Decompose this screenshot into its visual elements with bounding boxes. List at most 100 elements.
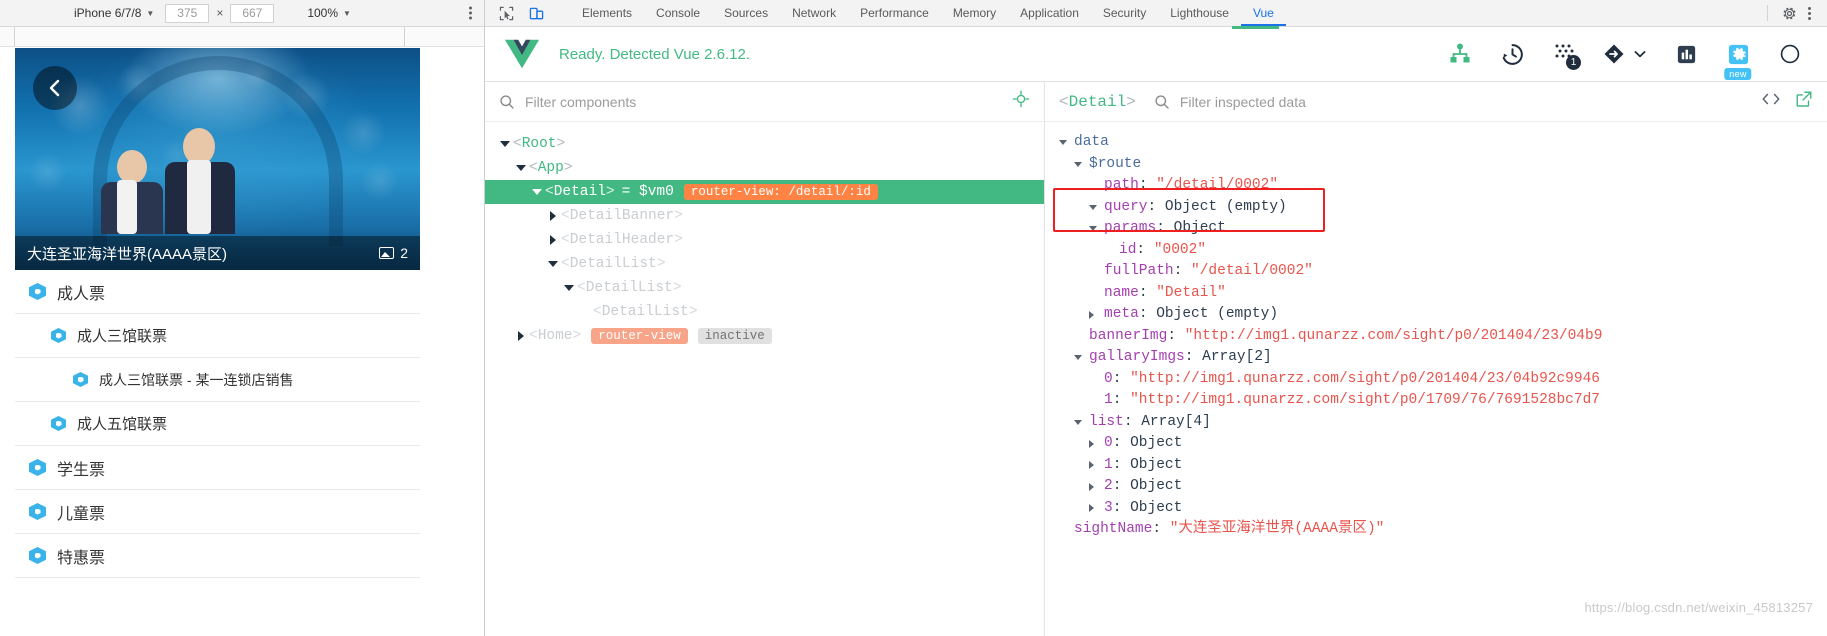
expand-toggle[interactable] [1089,439,1104,448]
tree-row-root[interactable]: < Root > [485,132,1044,156]
data-row[interactable]: fullPath: "/detail/0002" [1059,261,1827,283]
data-key: 0 [1104,370,1113,387]
tab-application[interactable]: Application [1008,0,1091,26]
tree-row-detaillist-3[interactable]: < DetailList > [485,300,1044,324]
tree-row-detaillist-1[interactable]: < DetailList > [485,252,1044,276]
expand-toggle[interactable] [545,235,561,245]
tree-row-detailheader[interactable]: < DetailHeader > [485,228,1044,252]
gallery-count[interactable]: 2 [379,245,408,261]
data-row[interactable]: sightName: "大连圣亚海洋世界(AAAA景区)" [1059,519,1827,541]
tab-network[interactable]: Network [780,0,848,26]
expand-toggle[interactable] [513,331,529,341]
help-icon[interactable] [1773,36,1807,72]
ticket-icon [29,547,46,564]
tab-sources[interactable]: Sources [712,0,780,26]
data-row[interactable]: list: Array[4] [1059,412,1827,434]
device-more-options-icon[interactable] [469,6,472,20]
list-item[interactable]: 成人五馆联票 [15,402,420,446]
data-row[interactable]: name: "Detail" [1059,283,1827,305]
expand-toggle[interactable] [513,165,529,171]
list-item[interactable]: 成人三馆联票 - 某一连锁店销售 [15,358,420,402]
data-row[interactable]: params: Object [1059,218,1827,240]
data-row[interactable]: 0: Object [1059,433,1827,455]
tab-elements[interactable]: Elements [570,0,644,26]
vuex-timetravel-icon[interactable] [1495,36,1529,72]
tree-row-detailbanner[interactable]: < DetailBanner > [485,204,1044,228]
tab-performance[interactable]: Performance [848,0,941,26]
tree-row-detaillist-2[interactable]: < DetailList > [485,276,1044,300]
devtools-settings-tab-icon[interactable]: new [1721,36,1755,80]
expand-toggle[interactable] [545,211,561,221]
select-component-target-icon[interactable] [1012,90,1030,113]
settings-gear-icon [1728,44,1748,64]
expand-toggle[interactable] [1074,161,1089,167]
events-tab-icon[interactable]: 1 [1547,36,1581,72]
expand-toggle[interactable] [545,261,561,267]
data-row[interactable]: bannerImg: "http://img1.qunarzz.com/sigh… [1059,326,1827,348]
zoom-select[interactable]: 100% ▼ [303,6,355,20]
data-row[interactable]: 1: "http://img1.qunarzz.com/sight/p0/170… [1059,390,1827,412]
list-item[interactable]: 成人票 [15,270,420,314]
view-source-icon[interactable] [1761,91,1781,112]
tab-lighthouse[interactable]: Lighthouse [1158,0,1241,26]
chevron-right-icon [550,235,556,245]
list-item[interactable]: 成人三馆联票 [15,314,420,358]
component-filter-input[interactable] [525,93,1002,110]
data-value: "http://img1.qunarzz.com/sight/p0/1709/7… [1130,392,1600,408]
data-row[interactable]: data [1059,132,1827,154]
data-value: Object [1130,456,1183,473]
device-toolbar: iPhone 6/7/8 ▼ 375 × 667 100% ▼ [0,0,484,27]
expand-toggle[interactable] [1089,204,1104,210]
inspected-data-tree: data $route path: "/detail/0002" query: … [1045,122,1827,636]
data-row[interactable]: 1: Object [1059,455,1827,477]
back-button[interactable] [33,66,77,110]
device-select[interactable]: iPhone 6/7/8 ▼ [70,6,158,20]
component-tree: < Root > < App > < Detail > = $vm0 router-view… [485,122,1044,348]
components-tab-icon[interactable] [1443,36,1477,72]
data-row[interactable]: path: "/detail/0002" [1059,175,1827,197]
expand-toggle[interactable] [1089,310,1104,319]
expand-toggle[interactable] [1074,419,1089,425]
tree-row-detail[interactable]: < Detail > = $vm0 router-view: /detail/:id [485,180,1044,204]
expand-toggle[interactable] [1089,504,1104,513]
tree-row-home[interactable]: < Home > router-view inactive [485,324,1044,348]
performance-tab-icon[interactable] [1669,36,1703,72]
data-row[interactable]: 2: Object [1059,476,1827,498]
watermark-text: https://blog.csdn.net/weixin_45813257 [1584,599,1813,615]
data-row[interactable]: 0: "http://img1.qunarzz.com/sight/p0/201… [1059,369,1827,391]
inspect-element-icon[interactable] [495,3,517,23]
chevron-down-icon [1634,51,1646,58]
expand-toggle[interactable] [529,189,545,195]
expand-toggle[interactable] [497,141,513,147]
data-row[interactable]: meta: Object (empty) [1059,304,1827,326]
expand-toggle[interactable] [1059,140,1074,146]
expand-toggle[interactable] [1089,461,1104,470]
data-row[interactable]: $route [1059,154,1827,176]
data-key: bannerImg [1089,327,1168,344]
inspected-data-filter-input[interactable] [1179,93,1751,110]
tab-memory[interactable]: Memory [941,0,1008,26]
list-item[interactable]: 学生票 [15,446,420,490]
devtools-more-options-icon[interactable] [1802,6,1817,20]
data-value: Object [1130,499,1183,516]
toggle-device-toolbar-icon[interactable] [525,3,547,23]
expand-toggle[interactable] [1089,226,1104,232]
data-row[interactable]: query: Object (empty) [1059,197,1827,219]
list-item[interactable]: 特惠票 [15,534,420,578]
expand-toggle[interactable] [1074,355,1089,361]
device-width-input[interactable]: 375 [165,3,210,23]
data-row[interactable]: id: "0002" [1059,240,1827,262]
routing-tab-icon[interactable] [1599,36,1651,72]
tree-row-app[interactable]: < App > [485,156,1044,180]
list-item[interactable]: 儿童票 [15,490,420,534]
expand-toggle[interactable] [561,285,577,291]
open-in-editor-icon[interactable] [1795,90,1813,113]
data-row[interactable]: gallaryImgs: Array[2] [1059,347,1827,369]
tab-security[interactable]: Security [1091,0,1158,26]
devtools-settings-icon[interactable] [1778,3,1800,23]
tab-vue[interactable]: Vue [1241,0,1286,26]
expand-toggle[interactable] [1089,482,1104,491]
device-height-input[interactable]: 667 [230,3,275,23]
tab-console[interactable]: Console [644,0,712,26]
data-row[interactable]: 3: Object [1059,498,1827,520]
